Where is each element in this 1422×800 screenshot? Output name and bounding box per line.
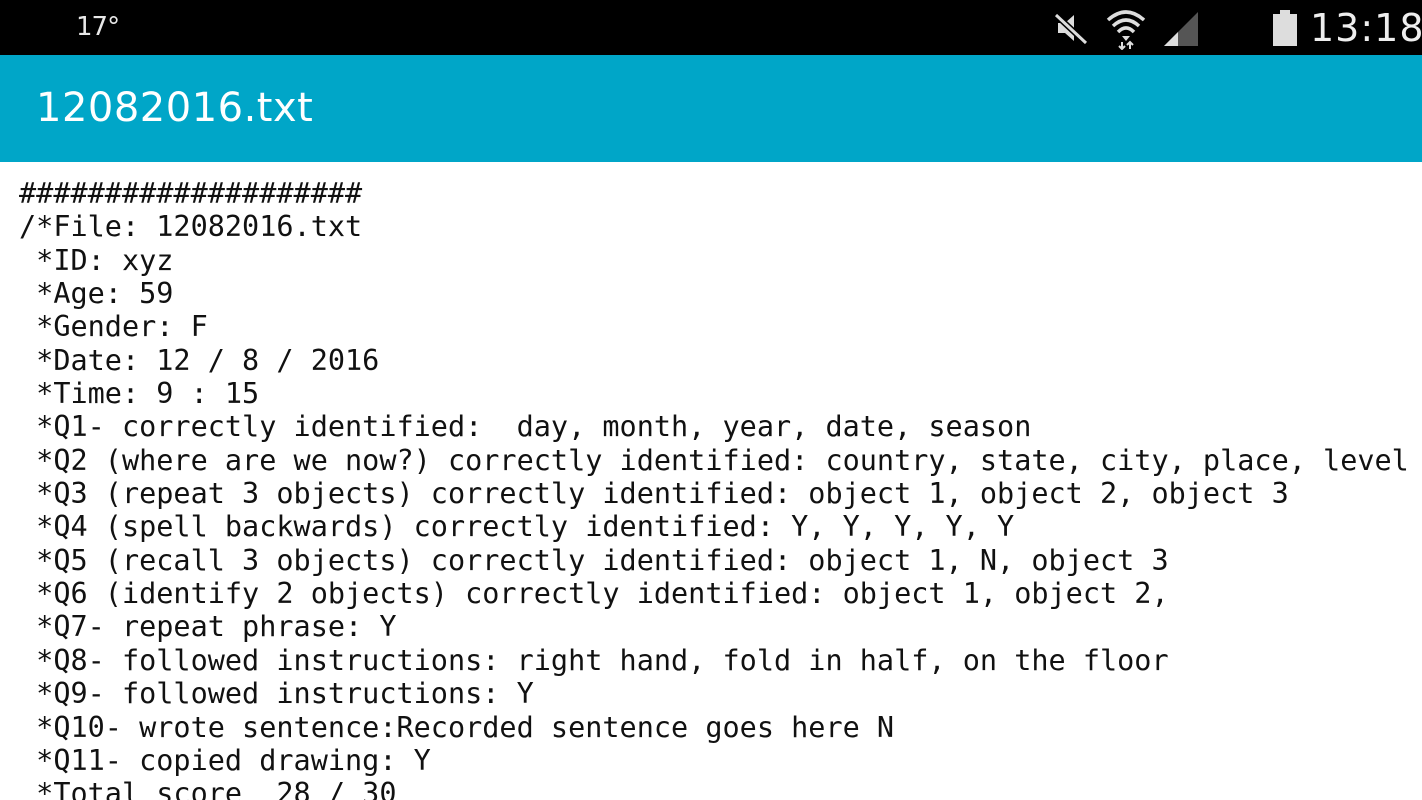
text-line: *Q7- repeat phrase: Y — [19, 610, 397, 644]
clock: 13:18 — [1310, 6, 1422, 50]
cell-signal-icon — [1162, 10, 1200, 52]
text-line: #################### — [19, 177, 363, 210]
status-bar: 17° 13:18 — [0, 0, 1422, 55]
text-line: *Gender: F — [19, 310, 208, 344]
mute-icon — [1052, 9, 1090, 51]
wifi-icon — [1104, 6, 1148, 54]
text-line: *Q5 (recall 3 objects) correctly identif… — [19, 543, 1169, 577]
text-line: *Q2 (where are we now?) correctly identi… — [19, 443, 1409, 477]
file-text-content: ####################/*File: 12082016.txt… — [19, 177, 1409, 800]
text-line: *Date: 12 / 8 / 2016 — [19, 343, 380, 377]
text-line: *Time: 9 : 15 — [19, 377, 260, 411]
text-line: *Age: 59 — [19, 277, 174, 311]
battery-icon — [1270, 8, 1300, 52]
text-line: /*File: 12082016.txt — [19, 210, 363, 244]
file-title: 12082016.txt — [36, 85, 314, 131]
temperature-indicator: 17° — [76, 12, 120, 42]
text-line: *Q11- copied drawing: Y — [19, 743, 431, 777]
file-viewer[interactable]: ####################/*File: 12082016.txt… — [0, 162, 1422, 800]
text-line: *Q8- followed instructions: right hand, … — [19, 643, 1169, 677]
text-line: *Q1- correctly identified: day, month, y… — [19, 410, 1032, 444]
app-bar: 12082016.txt — [0, 55, 1422, 162]
text-line: *Q6 (identify 2 objects) correctly ident… — [19, 577, 1169, 611]
text-line: *Total score 28 / 30 — [19, 777, 397, 800]
text-line: *Q4 (spell backwards) correctly identifi… — [19, 510, 1015, 544]
text-line: *ID: xyz — [19, 243, 174, 277]
text-line: *Q9- followed instructions: Y — [19, 677, 534, 711]
text-line: *Q10- wrote sentence:Recorded sentence g… — [19, 710, 895, 744]
text-line: *Q3 (repeat 3 objects) correctly identif… — [19, 477, 1289, 511]
